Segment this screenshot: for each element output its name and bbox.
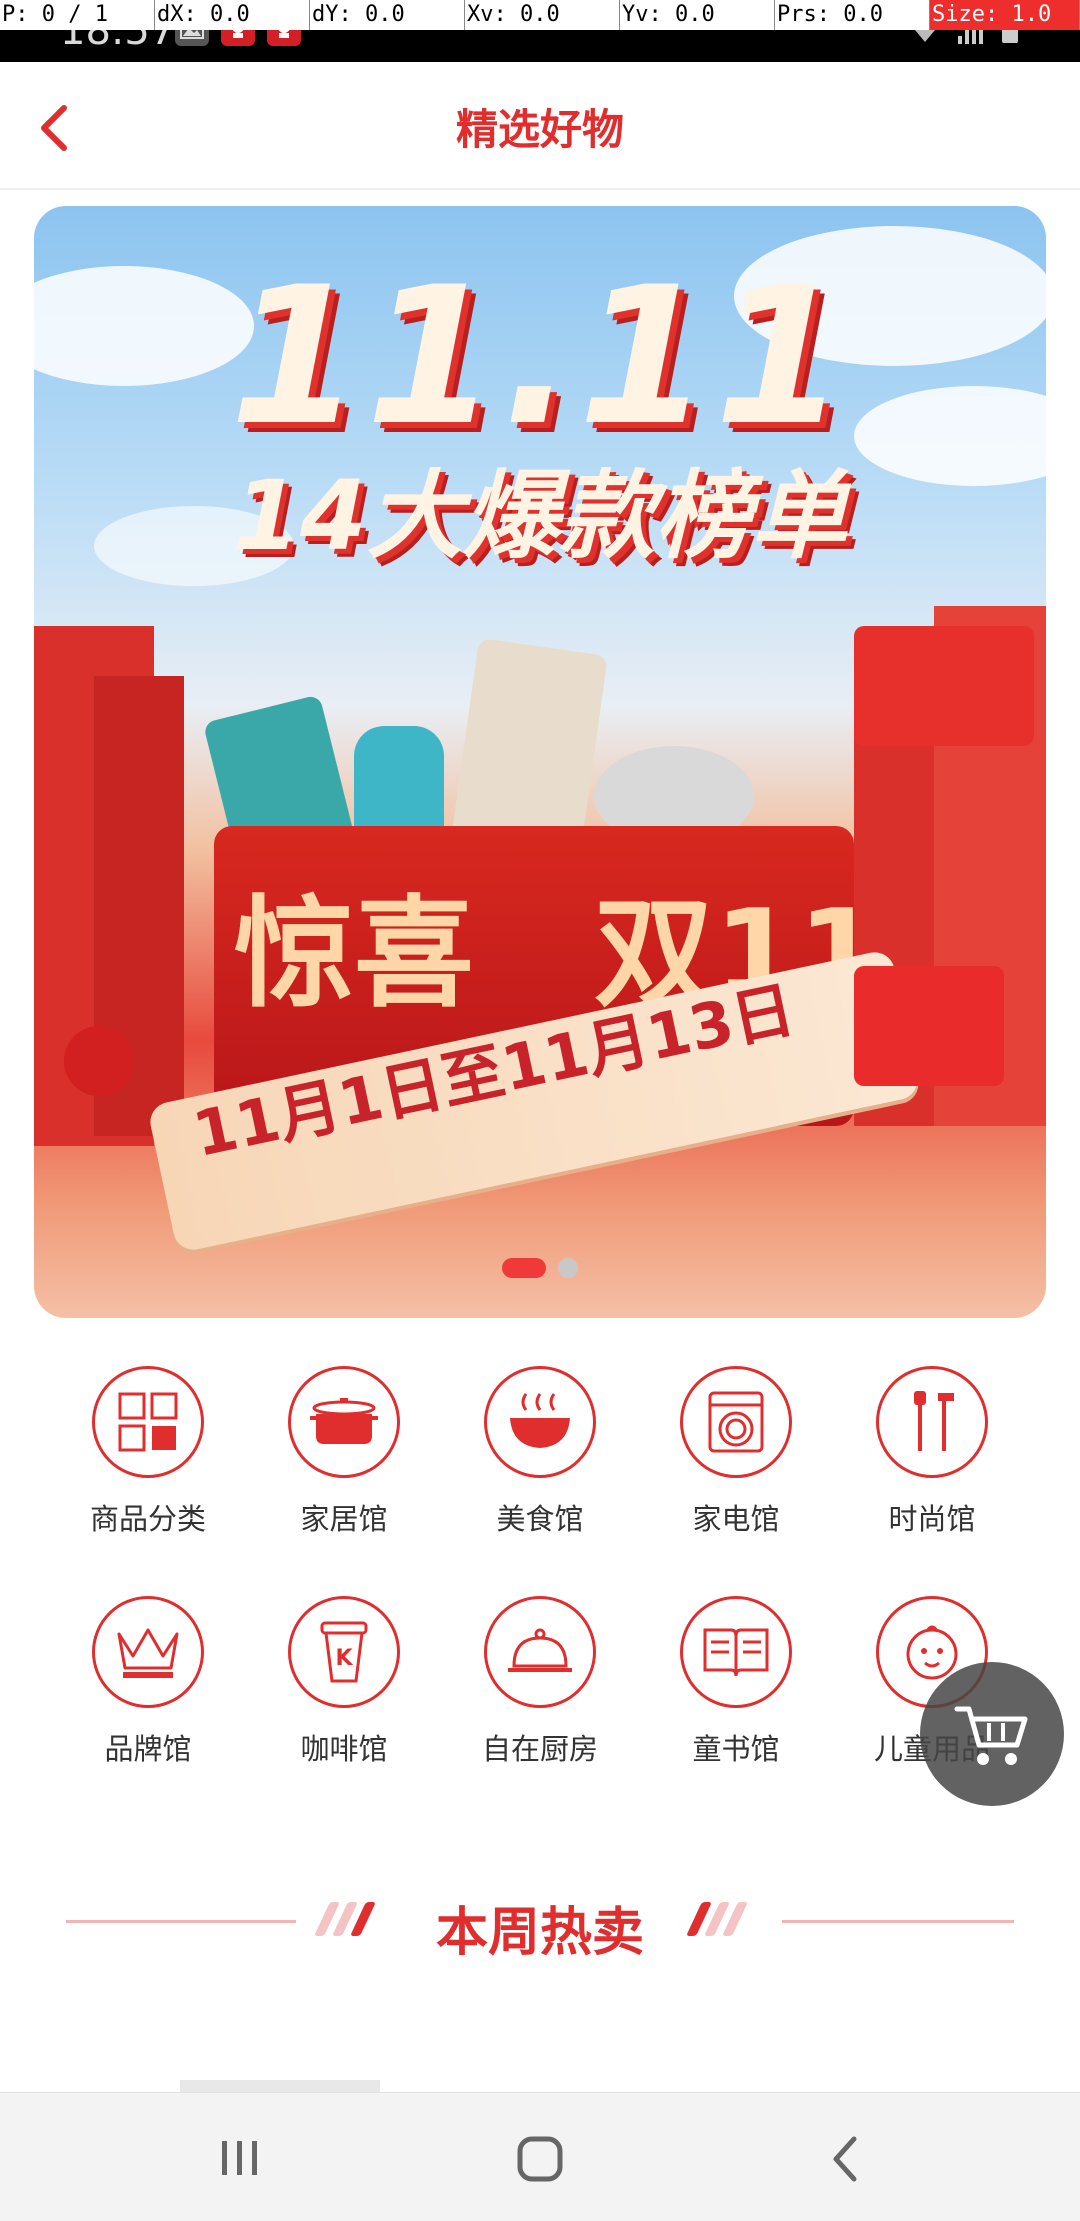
category-label: 家居馆 [300, 1502, 388, 1536]
debug-dy: dY: 0.0 [310, 0, 465, 30]
debug-xv: Xv: 0.0 [465, 0, 620, 30]
gift-box-top-right-graphic [854, 626, 1034, 746]
cloche-icon [484, 1596, 596, 1708]
category-item-products[interactable]: 商品分类 [50, 1366, 246, 1538]
page-title: 精选好物 [455, 105, 624, 154]
svg-text:K: K [335, 1646, 353, 1671]
section-divider-right [782, 1920, 1014, 1923]
carousel-dot[interactable] [558, 1258, 578, 1278]
debug-dx: dX: 0.0 [155, 0, 310, 30]
washing-machine-icon [680, 1366, 792, 1478]
category-label: 品牌馆 [104, 1732, 192, 1766]
category-label: 童书馆 [692, 1732, 780, 1766]
system-back-button[interactable] [816, 2131, 876, 2187]
debug-pointer: P: 0 / 1 [0, 0, 155, 30]
book-icon [680, 1596, 792, 1708]
category-item-books[interactable]: 童书馆 [638, 1596, 834, 1768]
category-grid: 商品分类 家居馆 美食馆 家电馆 时尚馆 品牌馆 K 咖啡馆 自在厨房 童书馆 [0, 1366, 1080, 1768]
debug-prs: Prs: 0.0 [775, 0, 930, 30]
grid-icon [92, 1366, 204, 1478]
floating-cart-button[interactable] [920, 1662, 1064, 1806]
debug-yv: Yv: 0.0 [620, 0, 775, 30]
category-label: 商品分类 [89, 1502, 206, 1536]
red-ball-graphic [64, 1026, 134, 1096]
section-hot-sellers: 本周热卖 [0, 1884, 1080, 1964]
crown-icon [92, 1596, 204, 1708]
category-item-home[interactable]: 家居馆 [246, 1366, 442, 1538]
category-item-fashion[interactable]: 时尚馆 [834, 1366, 1030, 1538]
category-item-appliances[interactable]: 家电馆 [638, 1366, 834, 1538]
system-nav-bar [0, 2092, 1080, 2221]
category-item-coffee[interactable]: K 咖啡馆 [246, 1596, 442, 1768]
promo-banner[interactable]: 11.11 14大爆款榜单 惊喜 双11 11月1日至11月13日 [34, 206, 1046, 1318]
carousel-indicator [34, 1258, 1046, 1278]
pot-icon [288, 1366, 400, 1478]
banner-headline: 11.11 [229, 246, 851, 467]
section-title: 本周热卖 [435, 1903, 644, 1963]
home-icon [517, 2136, 563, 2182]
pointer-debug-overlay: P: 0 / 1 dX: 0.0 dY: 0.0 Xv: 0.0 Yv: 0.0… [0, 0, 1080, 30]
debug-size: Size: 1.0 [930, 0, 1080, 30]
category-label: 家电馆 [692, 1502, 780, 1536]
category-item-food[interactable]: 美食馆 [442, 1366, 638, 1538]
shopping-cart-icon [954, 1706, 1028, 1765]
category-item-kitchen[interactable]: 自在厨房 [442, 1596, 638, 1768]
category-item-brands[interactable]: 品牌馆 [50, 1596, 246, 1768]
category-label: 自在厨房 [481, 1732, 598, 1766]
category-label: 咖啡馆 [300, 1732, 388, 1766]
bowl-icon [484, 1366, 596, 1478]
category-label: 时尚馆 [888, 1502, 976, 1536]
gift-graphic [854, 966, 1004, 1086]
recent-apps-button[interactable] [210, 2133, 270, 2183]
category-label: 美食馆 [496, 1502, 584, 1536]
tools-icon [876, 1366, 988, 1478]
coffee-cup-icon: K [288, 1596, 400, 1708]
banner-subtitle: 14大爆款榜单 [233, 460, 847, 572]
carousel-dot-active[interactable] [502, 1258, 546, 1278]
home-button[interactable] [510, 2131, 570, 2187]
banner-box-left-text: 惊喜 [234, 885, 474, 1024]
back-icon [833, 2136, 857, 2182]
section-slashes-right [686, 1902, 748, 1936]
recent-apps-icon [222, 2141, 257, 2175]
status-bar: 18:57 ⋯ P: 0 / 1 dX: 0.0 dY: 0.0 Xv: 0.0… [0, 0, 1080, 62]
page-header: 精选好物 [0, 62, 1080, 190]
